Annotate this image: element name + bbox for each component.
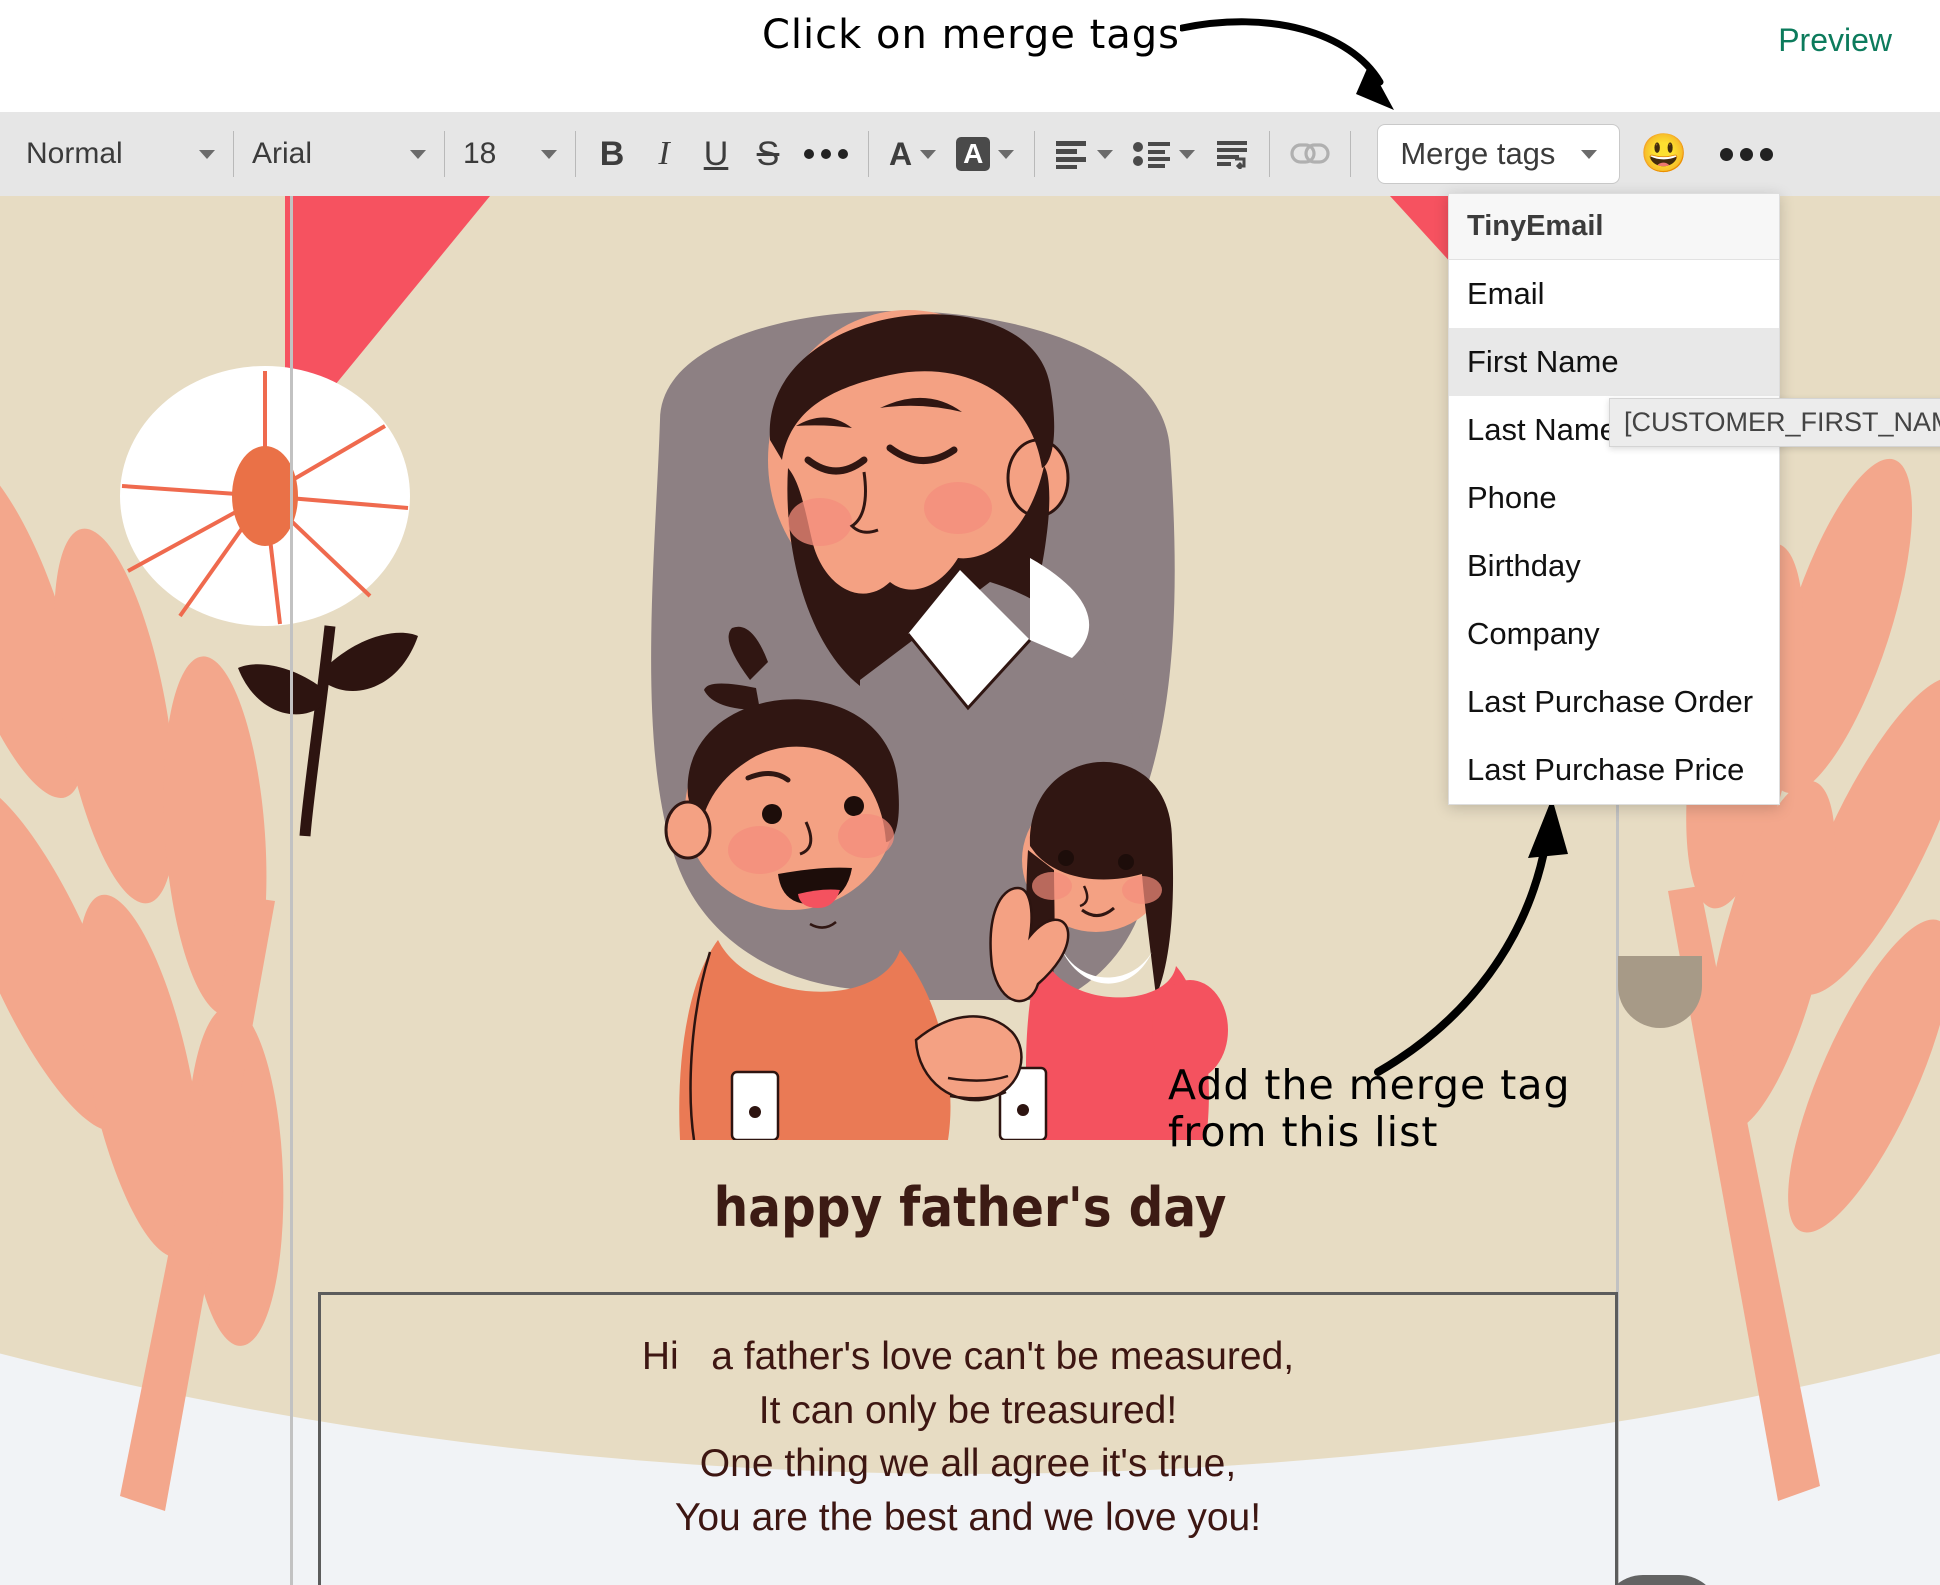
chevron-down-icon	[1179, 149, 1196, 159]
chevron-down-icon	[998, 149, 1015, 159]
merge-tag-item-last-purchase-order[interactable]: Last Purchase Order	[1449, 668, 1779, 736]
toolbar-divider	[233, 131, 234, 177]
paragraph-style-value: Normal	[26, 137, 123, 170]
font-size-value: 18	[463, 137, 497, 170]
merge-tag-item-phone[interactable]: Phone	[1449, 464, 1779, 532]
toolbar-divider	[444, 131, 445, 177]
toolbar-divider	[1350, 131, 1352, 177]
toolbar-divider	[1269, 131, 1271, 177]
bold-button[interactable]: B	[586, 126, 638, 182]
text-color-icon: A	[889, 136, 913, 172]
app-root: Click on merge tags Preview Normal Arial…	[0, 0, 1940, 1585]
merge-tag-item-last-purchase-price[interactable]: Last Purchase Price	[1449, 736, 1779, 804]
emoji-picker-button[interactable]: 😃	[1640, 135, 1687, 173]
merge-tag-item-first-name[interactable]: First Name	[1449, 328, 1779, 396]
annotation-line-2: from this list	[1168, 1108, 1439, 1157]
chevron-down-icon	[199, 149, 215, 159]
ellipsis-icon	[804, 149, 848, 159]
dropdown-group-header: TinyEmail	[1449, 194, 1779, 260]
body-line: Hi a father's love can't be measured,	[641, 1335, 1295, 1378]
bulleted-list-button[interactable]	[1123, 126, 1205, 182]
merge-tag-tooltip: [CUSTOMER_FIRST_NAME]	[1609, 398, 1940, 447]
toolbar-overflow-button[interactable]	[1710, 126, 1783, 182]
annotation-header: Click on merge tags Preview	[0, 0, 1940, 112]
annotation-arrow-to-dropdown	[1374, 798, 1568, 1076]
toolbar-divider	[575, 131, 576, 177]
highlight-color-icon: A	[956, 137, 991, 171]
merge-tags-button[interactable]: Merge tags	[1377, 124, 1621, 184]
text-color-button[interactable]: A	[879, 126, 946, 182]
paragraph-style-select[interactable]: Normal	[18, 128, 223, 180]
merge-tags-label: Merge tags	[1400, 136, 1556, 171]
editor-toolbar: Normal Arial 18 B I U S A A Merge tags 😃	[0, 112, 1940, 196]
underline-button[interactable]: U	[690, 126, 742, 182]
text-align-button[interactable]	[1045, 126, 1123, 182]
chevron-down-icon	[541, 149, 557, 159]
link-icon	[1290, 143, 1330, 164]
annotation-click-merge-tags: Click on merge tags	[762, 12, 1181, 58]
font-size-select[interactable]: 18	[455, 128, 565, 180]
layout-guide-left	[290, 196, 293, 1585]
body-line: It can only be treasured!	[758, 1388, 1178, 1432]
align-left-icon	[1056, 141, 1087, 169]
italic-button[interactable]: I	[638, 126, 690, 182]
chevron-down-icon	[410, 149, 426, 159]
font-family-value: Arial	[252, 137, 313, 170]
preview-link[interactable]: Preview	[1778, 22, 1892, 59]
merge-tag-item-email[interactable]: Email	[1449, 260, 1779, 328]
line-spacing-icon	[1217, 141, 1248, 169]
toolbar-divider	[868, 131, 869, 177]
email-body-textbox[interactable]: Hi a father's love can't be measured, It…	[318, 1292, 1618, 1585]
toolbar-divider	[1034, 131, 1036, 177]
strikethrough-button[interactable]: S	[742, 126, 794, 182]
chevron-down-icon	[920, 149, 937, 159]
annotation-arrow-to-merge-tags	[1180, 18, 1394, 110]
insert-link-button[interactable]	[1280, 126, 1340, 182]
fathers-day-family-illustration	[651, 310, 1228, 1140]
font-family-select[interactable]: Arial	[244, 128, 434, 180]
line-height-button[interactable]	[1205, 126, 1259, 182]
merge-tags-dropdown: TinyEmail Email First Name Last Name Pho…	[1448, 193, 1780, 805]
body-line: One thing we all agree it's true,	[699, 1442, 1237, 1486]
email-heading: happy father's day	[713, 1176, 1227, 1239]
highlight-color-button[interactable]: A	[946, 126, 1024, 182]
ellipsis-icon	[1719, 147, 1773, 161]
merge-tag-item-birthday[interactable]: Birthday	[1449, 532, 1779, 600]
body-line: You are the best and we love you!	[674, 1495, 1262, 1539]
more-formatting-button[interactable]	[794, 126, 858, 182]
bulleted-list-icon	[1133, 142, 1171, 168]
merge-tag-item-company[interactable]: Company	[1449, 600, 1779, 668]
chevron-down-icon	[1097, 149, 1114, 159]
chevron-down-icon	[1581, 149, 1598, 159]
